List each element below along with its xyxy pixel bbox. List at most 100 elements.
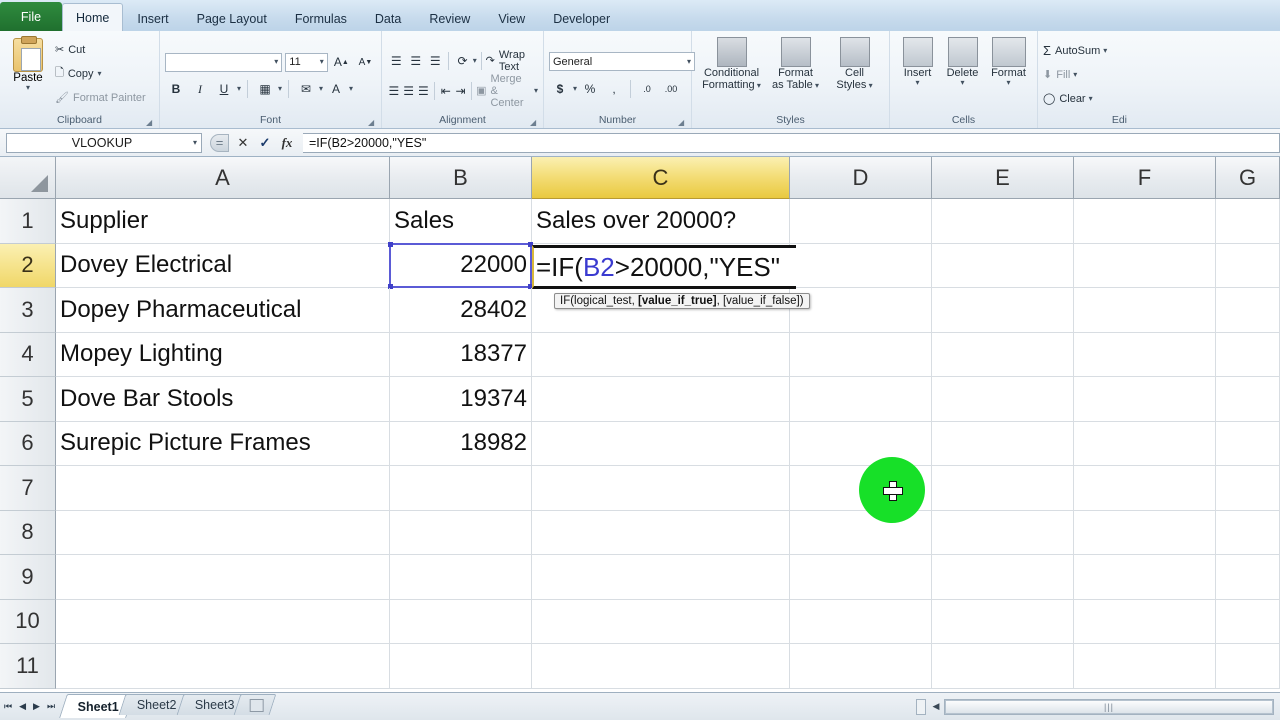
fill-button[interactable]: ⬇ Fill ▾ [1043, 63, 1129, 87]
row-header-8[interactable]: 8 [0, 510, 56, 555]
tab-data[interactable]: Data [361, 5, 415, 32]
font-dialog-launcher[interactable]: ◢ [368, 118, 377, 127]
cell-c10[interactable] [532, 599, 790, 644]
cell-b8[interactable] [390, 510, 532, 555]
cell-e10[interactable] [932, 599, 1074, 644]
enter-icon[interactable]: ✓ [257, 134, 273, 152]
row-header-4[interactable]: 4 [0, 332, 56, 377]
cell-e5[interactable] [932, 377, 1074, 422]
cell-a6[interactable]: Surepic Picture Frames [56, 421, 390, 466]
cell-a4[interactable]: Mopey Lighting [56, 332, 390, 377]
cell-f2[interactable] [1074, 243, 1216, 288]
conditional-formatting-button[interactable]: Conditional Formatting ▾ [699, 37, 765, 91]
chevron-down-icon[interactable]: ▾ [320, 58, 324, 66]
percent-button[interactable]: % [579, 78, 601, 99]
clipboard-dialog-launcher[interactable]: ◢ [146, 118, 155, 127]
cell-g5[interactable] [1216, 377, 1280, 422]
wrap-text-button[interactable]: ↷ Wrap Text [486, 49, 538, 73]
cell-d2[interactable] [790, 243, 932, 288]
cell-g3[interactable] [1216, 288, 1280, 333]
borders-button[interactable]: ▦ [254, 79, 276, 100]
tab-view[interactable]: View [484, 5, 539, 32]
cell-e11[interactable] [932, 644, 1074, 689]
cell-a7[interactable] [56, 466, 390, 511]
nav-prev-icon[interactable]: ◀ [19, 701, 26, 712]
font-color-button[interactable]: A [325, 79, 347, 100]
cancel-icon[interactable]: ✕ [235, 134, 251, 152]
row-header-10[interactable]: 10 [0, 599, 56, 644]
cell-g1[interactable] [1216, 199, 1280, 244]
row-header-3[interactable]: 3 [0, 288, 56, 333]
column-header-c[interactable]: C [532, 157, 790, 199]
cell-d1[interactable] [790, 199, 932, 244]
tab-insert[interactable]: Insert [123, 5, 182, 32]
row-header-2[interactable]: 2 [0, 243, 56, 288]
italic-button[interactable]: I [189, 79, 211, 100]
tab-formulas[interactable]: Formulas [281, 5, 361, 32]
column-header-f[interactable]: F [1074, 157, 1216, 199]
cell-g10[interactable] [1216, 599, 1280, 644]
cell-e8[interactable] [932, 510, 1074, 555]
cell-a9[interactable] [56, 555, 390, 600]
cell-c6[interactable] [532, 421, 790, 466]
tab-home[interactable]: Home [62, 3, 124, 32]
align-right-button[interactable]: ☰ [417, 80, 431, 101]
cell-d3[interactable] [790, 288, 932, 333]
chevron-down-icon[interactable]: ▾ [687, 57, 691, 66]
cell-a10[interactable] [56, 599, 390, 644]
clear-button[interactable]: ◯ Clear ▾ [1043, 87, 1129, 111]
cell-b3[interactable]: 28402 [390, 288, 532, 333]
decrease-decimal-button[interactable]: .00 [660, 78, 682, 99]
currency-button[interactable]: $ [549, 78, 571, 99]
horizontal-scrollbar-track[interactable]: ||| [944, 698, 1274, 715]
row-header-5[interactable]: 5 [0, 377, 56, 422]
format-as-table-button[interactable]: Format as Table ▾ [768, 37, 824, 91]
tab-developer[interactable]: Developer [539, 5, 624, 32]
cell-editor-c2[interactable]: =IF(B2 >20000,"YES" [532, 245, 796, 289]
row-header-9[interactable]: 9 [0, 555, 56, 600]
align-center-button[interactable]: ☰ [402, 80, 416, 101]
cell-a1[interactable]: Supplier [56, 199, 390, 244]
cell-d5[interactable] [790, 377, 932, 422]
paste-button[interactable]: Paste ▾ [5, 34, 51, 113]
cell-c1[interactable]: Sales over 20000? [532, 199, 790, 244]
cell-b10[interactable] [390, 599, 532, 644]
row-header-6[interactable]: 6 [0, 421, 56, 466]
chevron-down-icon[interactable]: ▾ [960, 79, 964, 87]
cell-f9[interactable] [1074, 555, 1216, 600]
column-header-a[interactable]: A [56, 157, 390, 199]
alignment-dialog-launcher[interactable]: ◢ [530, 118, 539, 127]
cell-e3[interactable] [932, 288, 1074, 333]
chevron-down-icon[interactable]: ▾ [1089, 94, 1093, 103]
nav-next-icon[interactable]: ▶ [33, 701, 40, 712]
chevron-down-icon[interactable]: ▾ [1103, 46, 1107, 55]
cell-g4[interactable] [1216, 332, 1280, 377]
increase-decimal-button[interactable]: .0 [636, 78, 658, 99]
row-header-1[interactable]: 1 [0, 199, 56, 244]
nav-last-icon[interactable]: ⏭ [47, 701, 55, 712]
column-header-b[interactable]: B [390, 157, 532, 199]
cell-g11[interactable] [1216, 644, 1280, 689]
cell-g6[interactable] [1216, 421, 1280, 466]
number-dialog-launcher[interactable]: ◢ [678, 118, 687, 127]
column-header-e[interactable]: E [932, 157, 1074, 199]
cell-f8[interactable] [1074, 510, 1216, 555]
cell-b6[interactable]: 18982 [390, 421, 532, 466]
cell-g2[interactable] [1216, 243, 1280, 288]
tab-file[interactable]: File [0, 2, 62, 32]
row-header-11[interactable]: 11 [0, 644, 56, 689]
cell-f3[interactable] [1074, 288, 1216, 333]
cell-g7[interactable] [1216, 466, 1280, 511]
column-header-d[interactable]: D [790, 157, 932, 199]
chevron-down-icon[interactable]: ▾ [274, 58, 278, 66]
tab-review[interactable]: Review [415, 5, 484, 32]
select-all-button[interactable] [0, 157, 56, 199]
cell-styles-button[interactable]: Cell Styles ▾ [827, 37, 883, 91]
cell-c7[interactable] [532, 466, 790, 511]
cell-f4[interactable] [1074, 332, 1216, 377]
cell-a8[interactable] [56, 510, 390, 555]
fill-color-button[interactable]: ✉ [295, 79, 317, 100]
align-bottom-button[interactable]: ☰ [426, 50, 444, 71]
cell-d10[interactable] [790, 599, 932, 644]
nav-first-icon[interactable]: ⏮ [4, 701, 12, 712]
